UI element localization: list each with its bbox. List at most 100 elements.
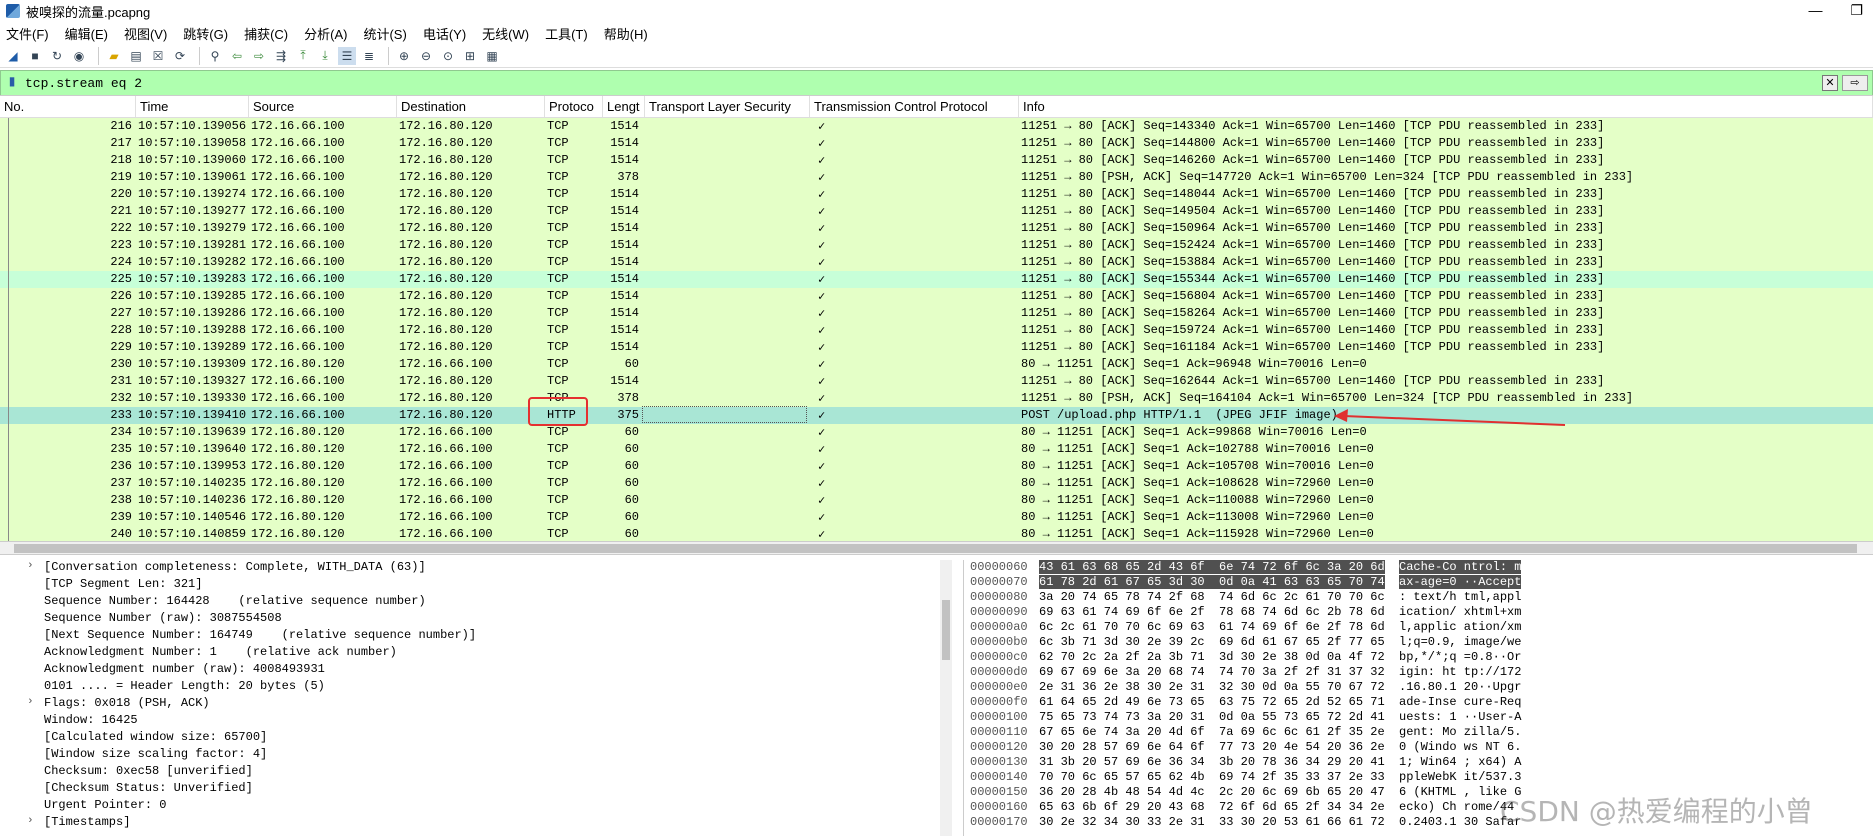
minimize-icon[interactable]: — <box>1808 2 1822 19</box>
menu-analyze[interactable]: 分析(A) <box>304 24 347 43</box>
packet-row[interactable]: 226 10:57:10.139285 172.16.66.100 172.16.80… <box>0 288 1873 305</box>
hex-row[interactable]: 00000060 43 61 63 68 65 2d 43 6f 6e 74 72… <box>964 560 1873 575</box>
packet-row[interactable]: 232 10:57:10.139330 172.16.66.100 172.16.80… <box>0 390 1873 407</box>
detail-line[interactable]: Acknowledgment number (raw): 4008493931 <box>0 662 960 679</box>
packet-row[interactable]: 224 10:57:10.139282 172.16.66.100 172.16.80… <box>0 254 1873 271</box>
packet-row[interactable]: 228 10:57:10.139288 172.16.66.100 172.16.80… <box>0 322 1873 339</box>
bookmark-icon[interactable]: ▮ <box>5 74 19 92</box>
hex-row[interactable]: 000000c0 62 70 2c 2a 2f 2a 3b 71 3d 30 2e… <box>964 650 1873 665</box>
packet-row[interactable]: 217 10:57:10.139058 172.16.66.100 172.16.80… <box>0 135 1873 152</box>
detail-line[interactable]: [Calculated window size: 65700] <box>0 730 960 747</box>
packet-row[interactable]: 223 10:57:10.139281 172.16.66.100 172.16.80… <box>0 237 1873 254</box>
hex-row[interactable]: 00000110 67 65 6e 74 3a 20 4d 6f 7a 69 6c… <box>964 725 1873 740</box>
packet-row[interactable]: 216 10:57:10.139056 172.16.66.100 172.16.80… <box>0 118 1873 135</box>
packet-row[interactable]: 229 10:57:10.139289 172.16.66.100 172.16.80… <box>0 339 1873 356</box>
packet-row[interactable]: 219 10:57:10.139061 172.16.66.100 172.16.80… <box>0 169 1873 186</box>
stop-capture-icon[interactable]: ■ <box>26 47 44 65</box>
scrollbar-thumb[interactable] <box>14 544 1857 553</box>
detail-line[interactable]: Checksum: 0xec58 [unverified] <box>0 764 960 781</box>
column-header-info[interactable]: Info <box>1019 96 1873 117</box>
column-header-destination[interactable]: Destination <box>397 96 545 117</box>
zoom-out-icon[interactable]: ⊖ <box>417 47 435 65</box>
apply-filter-icon[interactable]: ⇨ <box>1842 75 1868 91</box>
clear-filter-icon[interactable]: ✕ <box>1822 75 1838 91</box>
column-header-length[interactable]: Lengt <box>603 96 645 117</box>
column-header-protocol[interactable]: Protoco <box>545 96 603 117</box>
hex-row[interactable]: 000000b0 6c 3b 71 3d 30 2e 39 2c 69 6d 61… <box>964 635 1873 650</box>
packet-row[interactable]: 240 10:57:10.140859 172.16.80.120 172.16.66… <box>0 526 1873 542</box>
expand-arrow-icon[interactable]: › <box>27 560 34 572</box>
detail-line[interactable]: Sequence Number (raw): 3087554508 <box>0 611 960 628</box>
hex-row[interactable]: 000000a0 6c 2c 61 70 70 6c 69 63 61 74 69… <box>964 620 1873 635</box>
find-packet-icon[interactable]: ⚲ <box>206 47 224 65</box>
first-packet-icon[interactable]: ⤒ <box>294 47 312 65</box>
packet-row[interactable]: 238 10:57:10.140236 172.16.80.120 172.16.66… <box>0 492 1873 509</box>
open-file-icon[interactable]: ▰ <box>105 47 123 65</box>
detail-line[interactable]: [Next Sequence Number: 164749 (relative … <box>0 628 960 645</box>
detail-line[interactable]: › Flags: 0x018 (PSH, ACK) <box>0 696 960 713</box>
details-scrollbar[interactable] <box>940 560 952 836</box>
column-header-time[interactable]: Time <box>136 96 249 117</box>
menu-telephony[interactable]: 电话(Y) <box>423 24 466 43</box>
detail-line[interactable]: [Checksum Status: Unverified] <box>0 781 960 798</box>
packet-row[interactable]: 222 10:57:10.139279 172.16.66.100 172.16.80… <box>0 220 1873 237</box>
menu-view[interactable]: 视图(V) <box>124 24 167 43</box>
auto-scroll-icon[interactable]: ☰ <box>338 46 356 65</box>
menu-capture[interactable]: 捕获(C) <box>244 24 288 43</box>
packet-row[interactable]: 227 10:57:10.139286 172.16.66.100 172.16.80… <box>0 305 1873 322</box>
packet-row[interactable]: 220 10:57:10.139274 172.16.66.100 172.16.80… <box>0 186 1873 203</box>
expand-arrow-icon[interactable]: › <box>27 696 34 708</box>
hex-row[interactable]: 00000140 70 70 6c 65 57 65 62 4b 69 74 2f… <box>964 770 1873 785</box>
hex-row[interactable]: 00000070 61 78 2d 61 67 65 3d 30 0d 0a 41… <box>964 575 1873 590</box>
detail-line[interactable]: [Window size scaling factor: 4] <box>0 747 960 764</box>
menu-help[interactable]: 帮助(H) <box>604 24 648 43</box>
packet-row[interactable]: 239 10:57:10.140546 172.16.80.120 172.16.66… <box>0 509 1873 526</box>
reload-file-icon[interactable]: ⟳ <box>171 47 189 65</box>
expand-arrow-icon[interactable]: › <box>27 815 34 827</box>
restore-icon[interactable]: ❐ <box>1850 2 1863 19</box>
menu-file[interactable]: 文件(F) <box>6 24 49 43</box>
packet-row[interactable]: 221 10:57:10.139277 172.16.66.100 172.16.80… <box>0 203 1873 220</box>
detail-line[interactable]: Window: 16425 <box>0 713 960 730</box>
detail-line[interactable]: Urgent Pointer: 0 <box>0 798 960 815</box>
menu-tools[interactable]: 工具(T) <box>545 24 588 43</box>
menu-edit[interactable]: 编辑(E) <box>65 24 108 43</box>
resize-columns-icon[interactable]: ⊞ <box>461 47 479 65</box>
detail-line[interactable]: Acknowledgment Number: 1 (relative ack n… <box>0 645 960 662</box>
menu-wireless[interactable]: 无线(W) <box>482 24 529 43</box>
packet-row[interactable]: 235 10:57:10.139640 172.16.80.120 172.16.66… <box>0 441 1873 458</box>
packet-row[interactable]: 234 10:57:10.139639 172.16.80.120 172.16.66… <box>0 424 1873 441</box>
column-header-tls[interactable]: Transport Layer Security <box>645 96 810 117</box>
detail-line[interactable]: › [Timestamps] <box>0 815 960 832</box>
normal-size-icon[interactable]: ⊙ <box>439 47 457 65</box>
close-file-icon[interactable]: ☒ <box>149 47 167 65</box>
layout-icon[interactable]: ▦ <box>483 47 501 65</box>
menu-statistics[interactable]: 统计(S) <box>363 24 406 43</box>
start-capture-icon[interactable]: ◢ <box>4 47 22 65</box>
previous-packet-icon[interactable]: ⇦ <box>228 47 246 65</box>
packet-row[interactable]: 236 10:57:10.139953 172.16.80.120 172.16.66… <box>0 458 1873 475</box>
hex-row[interactable]: 000000f0 61 64 65 2d 49 6e 73 65 63 75 72… <box>964 695 1873 710</box>
column-header-source[interactable]: Source <box>249 96 397 117</box>
hex-row[interactable]: 00000120 30 20 28 57 69 6e 64 6f 77 73 20… <box>964 740 1873 755</box>
menu-go[interactable]: 跳转(G) <box>183 24 228 43</box>
packet-row[interactable]: 233 10:57:10.139410 172.16.66.100 172.16.80… <box>0 407 1873 424</box>
detail-line[interactable]: Sequence Number: 164428 (relative sequen… <box>0 594 960 611</box>
capture-options-icon[interactable]: ◉ <box>70 47 88 65</box>
hex-row[interactable]: 00000130 31 3b 20 57 69 6e 36 34 3b 20 78… <box>964 755 1873 770</box>
restart-capture-icon[interactable]: ↻ <box>48 47 66 65</box>
next-packet-icon[interactable]: ⇨ <box>250 47 268 65</box>
column-header-no[interactable]: No. <box>0 96 136 117</box>
hex-row[interactable]: 00000080 3a 20 74 65 78 74 2f 68 74 6d 6c… <box>964 590 1873 605</box>
packet-row[interactable]: 230 10:57:10.139309 172.16.80.120 172.16.66… <box>0 356 1873 373</box>
last-packet-icon[interactable]: ⤓ <box>316 47 334 65</box>
colorize-icon[interactable]: ≣ <box>360 47 378 65</box>
column-header-tcp[interactable]: Transmission Control Protocol <box>810 96 1019 117</box>
go-to-packet-icon[interactable]: ⇶ <box>272 47 290 65</box>
zoom-in-icon[interactable]: ⊕ <box>395 47 413 65</box>
scrollbar-thumb[interactable] <box>942 600 950 660</box>
hex-row[interactable]: 000000e0 2e 31 36 2e 38 30 2e 31 32 30 0d… <box>964 680 1873 695</box>
packet-row[interactable]: 231 10:57:10.139327 172.16.66.100 172.16.80… <box>0 373 1873 390</box>
packet-row[interactable]: 225 10:57:10.139283 172.16.66.100 172.16.80… <box>0 271 1873 288</box>
display-filter-input[interactable]: tcp.stream eq 2 <box>23 76 144 91</box>
